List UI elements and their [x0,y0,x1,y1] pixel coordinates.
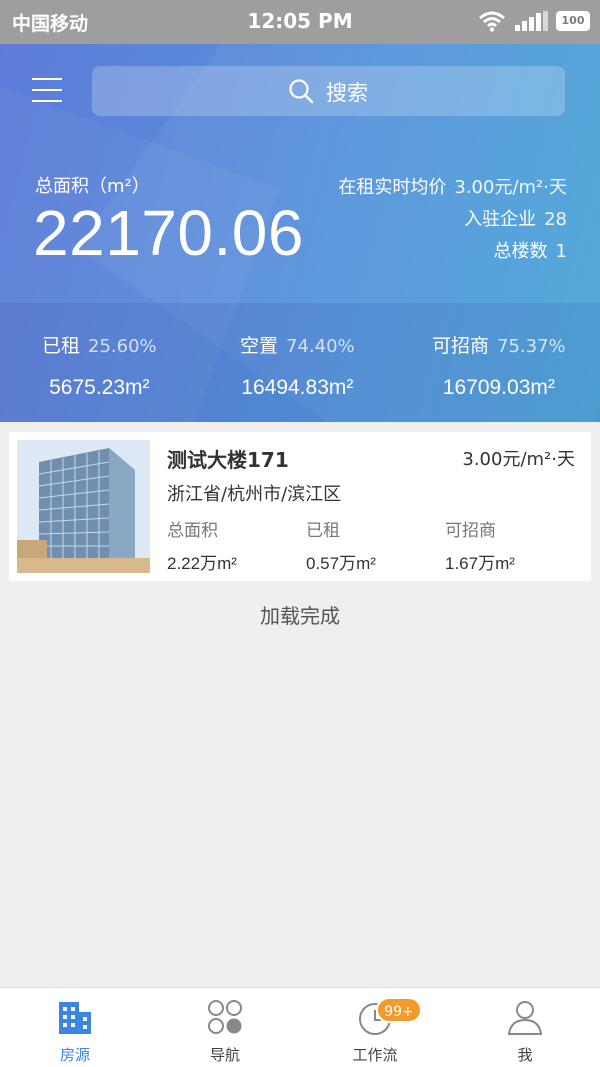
signal-icon [515,11,548,31]
wifi-icon [479,11,505,32]
building-available-value: 1.67万m² [445,554,515,573]
stat-label: 可招商 [432,335,490,357]
building-total-value: 2.22万m² [167,554,237,573]
avg-price-value: 3.00元/m²·天 [454,177,567,198]
stat-percent: 74.40% [286,336,355,357]
building-rented-label: 已租 [306,521,340,541]
battery-icon: 100 [556,11,590,31]
building-rented-value: 0.57万m² [306,554,376,573]
stat-percent: 75.37% [497,336,566,357]
grid-circles-icon [208,1000,242,1034]
tab-bar: 房源 导航 工作流 我 [0,987,600,1067]
tab-label: 导航 [209,1046,240,1064]
building-rented: 已租 0.57万m² [306,516,376,574]
tab-me[interactable]: 我 [450,988,600,1067]
total-area-value: 22170.06 [33,197,304,269]
companies-value: 28 [544,209,567,230]
building-total-label: 总面积 [167,521,218,541]
workflow-badge: 99+ [376,997,422,1023]
summary-right: 在租实时均价 3.00元/m²·天 入驻企业 28 总楼数 1 [338,172,567,268]
menu-icon[interactable] [32,78,62,102]
avg-price-label: 在租实时均价 [338,177,447,198]
tab-navigation[interactable]: 导航 [150,988,300,1067]
occupancy-stats: 已租 25.60% 5675.23m² 空置 74.40% 16494.83m² 可… [0,303,600,422]
stat-rented: 已租 25.60% 5675.23m² [42,331,157,400]
summary-header: 搜索 总面积（m²） 22170.06 在租实时均价 3.00元/m²·天 入驻企… [0,44,600,422]
building-address: 浙江省/杭州市/滨江区 [167,484,342,505]
buildings-row: 总楼数 1 [338,236,567,268]
building-available: 可招商 1.67万m² [445,516,515,574]
buildings-value: 1 [555,241,567,262]
tab-label: 房源 [59,1046,90,1064]
companies-label: 入驻企业 [464,209,537,230]
building-photo [17,440,150,573]
search-input[interactable]: 搜索 [92,66,565,116]
search-icon [289,79,314,104]
stat-label: 空置 [240,335,279,357]
stat-label: 已租 [42,335,81,357]
building-available-label: 可招商 [445,521,496,541]
total-area-label: 总面积（m²） [35,176,150,197]
stat-vacant: 空置 74.40% 16494.83m² [240,331,355,400]
clock: 12:05 PM [247,9,353,33]
tab-label: 我 [517,1046,533,1064]
avg-price-row: 在租实时均价 3.00元/m²·天 [338,172,567,204]
stat-amount: 16494.83m² [241,376,354,399]
buildings-label: 总楼数 [493,241,548,262]
building-price: 3.00元/m²·天 [462,449,575,470]
person-icon [507,1001,543,1035]
building-card[interactable]: 测试大楼171 3.00元/m²·天 浙江省/杭州市/滨江区 总面积 2.22万… [9,432,591,581]
building-icon [59,1002,91,1034]
load-complete-text: 加载完成 [260,604,340,628]
status-bar: 中国移动 12:05 PM 100 [0,0,600,44]
tab-label: 工作流 [352,1046,398,1064]
tab-workflow[interactable]: 工作流 [300,988,450,1067]
tab-listings[interactable]: 房源 [0,988,150,1067]
building-name: 测试大楼171 [167,448,289,472]
stat-amount: 16709.03m² [442,376,555,399]
stat-percent: 25.60% [88,336,157,357]
stat-available: 可招商 75.37% 16709.03m² [432,331,566,400]
companies-row: 入驻企业 28 [338,204,567,236]
building-total: 总面积 2.22万m² [167,516,237,574]
search-placeholder: 搜索 [326,81,368,105]
stat-amount: 5675.23m² [49,376,150,399]
